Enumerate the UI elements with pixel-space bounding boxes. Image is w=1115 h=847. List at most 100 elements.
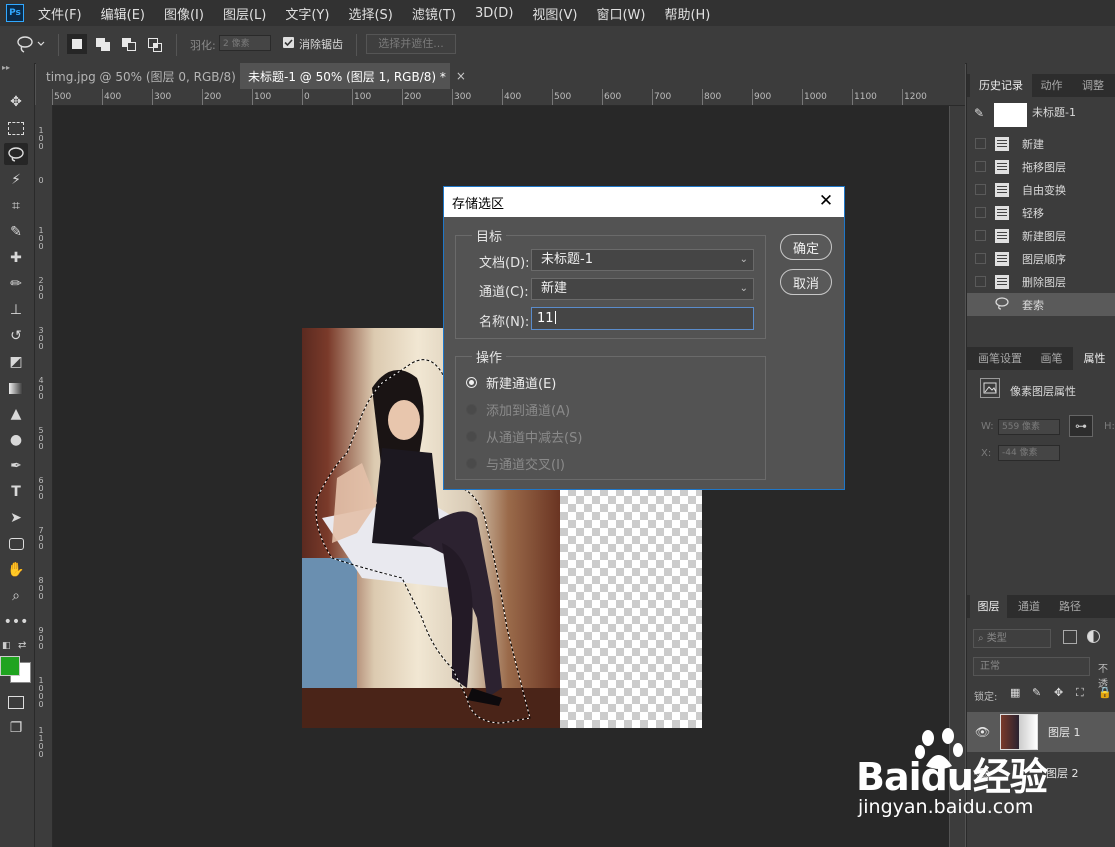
document-icon — [995, 251, 1009, 266]
tab-adjustments[interactable]: 调整 — [1071, 74, 1115, 97]
add-to-selection-icon[interactable] — [94, 35, 112, 53]
chevron-down-icon: ⌄ — [739, 283, 748, 294]
menu-filter[interactable]: 滤镜(T) — [412, 4, 456, 23]
clone-stamp-tool-icon[interactable]: ⊥ — [4, 299, 28, 321]
x-field[interactable]: -44 像素 — [998, 445, 1060, 461]
channel-select[interactable]: 新建 ⌄ — [531, 278, 754, 300]
link-icon[interactable]: ⊶ — [1069, 415, 1093, 437]
blend-mode-select[interactable]: 正常 — [973, 657, 1090, 676]
name-input[interactable]: 11 — [531, 307, 754, 330]
marquee-tool-icon[interactable] — [4, 117, 28, 139]
history-item[interactable]: 新建图层 — [967, 224, 1115, 247]
menu-file[interactable]: 文件(F) — [38, 4, 82, 23]
menu-3d[interactable]: 3D(D) — [475, 6, 513, 21]
antialias-checkbox[interactable] — [283, 37, 294, 48]
document-select[interactable]: 未标题-1 ⌄ — [531, 249, 754, 271]
history-item[interactable]: 新建 — [967, 132, 1115, 155]
menu-edit[interactable]: 编辑(E) — [101, 4, 145, 23]
ruler-label: 300 — [454, 92, 472, 102]
move-tool-icon[interactable]: ✥ — [4, 91, 28, 113]
tab-history[interactable]: 历史记录 — [970, 74, 1032, 97]
tab-timg[interactable]: timg.jpg @ 50% (图层 0, RGB/8) *× — [38, 63, 266, 89]
rectangle-tool-icon[interactable] — [4, 533, 28, 555]
radio-new-channel[interactable]: 新建通道(E) — [466, 373, 556, 392]
width-field[interactable]: 559 像素 — [998, 419, 1060, 435]
menu-layer[interactable]: 图层(L) — [223, 4, 266, 23]
tab-paths[interactable]: 路径 — [1051, 595, 1089, 618]
options-bar: 羽化: 2 像素 消除锯齿 选择并遮住... — [0, 26, 1115, 64]
menu-window[interactable]: 窗口(W) — [596, 4, 645, 23]
lock-transparent-icon[interactable]: ▦ — [1010, 686, 1020, 699]
more-tools-icon[interactable]: ••• — [4, 611, 29, 633]
operation-group-label: 操作 — [472, 347, 507, 366]
menu-type[interactable]: 文字(Y) — [285, 4, 329, 23]
lock-position-icon[interactable]: ✥ — [1054, 686, 1063, 699]
healing-brush-tool-icon[interactable]: ✚ — [4, 247, 28, 269]
lasso-tool-icon[interactable] — [4, 143, 28, 165]
menu-image[interactable]: 图像(I) — [164, 4, 204, 23]
brush-tool-icon[interactable]: ✏ — [4, 273, 28, 295]
screen-mode-icon[interactable]: ❐ — [4, 717, 28, 739]
tab-brush-settings[interactable]: 画笔设置 — [970, 347, 1030, 370]
type-tool-icon[interactable]: T — [4, 481, 28, 503]
ruler-label: 800 — [38, 576, 44, 601]
foreground-color-swatch[interactable] — [0, 656, 20, 676]
magic-wand-tool-icon[interactable]: ⚡ — [4, 169, 28, 191]
save-selection-dialog: 存储选区 ✕ 目标 文档(D): 未标题-1 ⌄ 通道(C): 新建 ⌄ 名称(N)… — [443, 186, 845, 490]
lock-artboard-icon[interactable]: ⛶ — [1076, 686, 1084, 700]
radio-icon — [466, 458, 477, 469]
lasso-tool-preset-icon[interactable] — [16, 35, 45, 53]
history-item[interactable]: 自由变换 — [967, 178, 1115, 201]
subtract-selection-icon[interactable] — [120, 35, 138, 53]
eraser-tool-icon[interactable]: ◩ — [4, 351, 28, 373]
lock-all-icon[interactable]: 🔒 — [1098, 686, 1112, 699]
new-selection-icon[interactable] — [67, 34, 87, 54]
gradient-tool-icon[interactable] — [4, 377, 28, 399]
filter-image-icon[interactable] — [1063, 630, 1077, 644]
default-colors-icon[interactable]: ◧ — [2, 641, 12, 651]
history-item[interactable]: 轻移 — [967, 201, 1115, 224]
tab-properties[interactable]: 属性 — [1073, 347, 1115, 370]
ruler-label: 500 — [38, 426, 44, 451]
collapse-icon[interactable]: ▸▸ — [0, 63, 36, 73]
intersect-selection-icon[interactable] — [146, 35, 164, 53]
feather-input[interactable]: 2 像素 — [219, 35, 271, 51]
menu-help[interactable]: 帮助(H) — [664, 4, 710, 23]
pen-tool-icon[interactable]: ✒ — [4, 455, 28, 477]
ok-button[interactable]: 确定 — [780, 234, 832, 260]
eyedropper-tool-icon[interactable]: ✎ — [4, 221, 28, 243]
swap-colors-icon[interactable]: ⇄ — [18, 640, 26, 651]
close-icon[interactable]: ✕ — [816, 191, 836, 211]
filter-adjustment-icon[interactable] — [1087, 630, 1100, 643]
tab-layers[interactable]: 图层 — [970, 595, 1007, 618]
tab-brush[interactable]: 画笔 — [1033, 347, 1070, 370]
tab-actions[interactable]: 动作 — [1033, 74, 1070, 97]
lock-pixels-icon[interactable]: ✎ — [1032, 686, 1041, 699]
blur-tool-icon[interactable]: ▲ — [4, 403, 28, 425]
history-brush-tool-icon[interactable]: ↺ — [4, 325, 28, 347]
history-item[interactable]: 图层顺序 — [967, 247, 1115, 270]
history-item[interactable]: 删除图层 — [967, 270, 1115, 293]
tab-untitled-1[interactable]: 未标题-1 @ 50% (图层 1, RGB/8) * × — [240, 63, 466, 89]
ruler-label: 800 — [704, 92, 722, 102]
menu-select[interactable]: 选择(S) — [348, 4, 392, 23]
tab-channels[interactable]: 通道 — [1010, 595, 1048, 618]
cancel-button[interactable]: 取消 — [780, 269, 832, 295]
history-item[interactable]: 拖移图层 — [967, 155, 1115, 178]
quick-mask-icon[interactable] — [4, 691, 28, 713]
hand-tool-icon[interactable]: ✋ — [4, 559, 28, 581]
dialog-title-bar[interactable]: 存储选区 ✕ — [444, 187, 844, 217]
ruler-label: 900 — [754, 92, 772, 102]
menu-view[interactable]: 视图(V) — [532, 4, 577, 23]
history-brush-source-icon[interactable]: ✎ — [974, 106, 990, 122]
dodge-tool-icon[interactable]: ● — [4, 429, 28, 451]
document-icon — [995, 205, 1009, 220]
layer-filter-select[interactable]: ⌕ 类型 — [973, 629, 1051, 648]
path-selection-tool-icon[interactable]: ➤ — [4, 507, 28, 529]
history-item-selected[interactable]: 套索 — [967, 293, 1115, 316]
zoom-tool-icon[interactable]: ⌕ — [4, 585, 28, 607]
select-and-mask-button[interactable]: 选择并遮住... — [366, 34, 456, 54]
snapshot-thumbnail[interactable] — [994, 103, 1027, 127]
close-tab-icon[interactable]: × — [456, 69, 466, 83]
crop-tool-icon[interactable]: ⌗ — [4, 195, 28, 217]
